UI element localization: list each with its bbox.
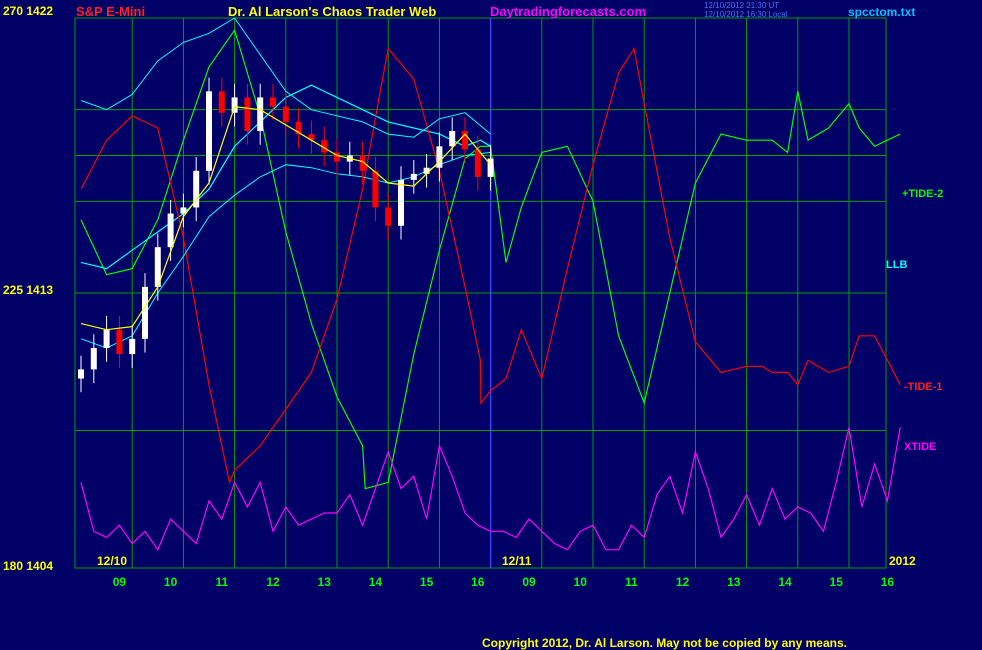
price-bar [244, 97, 251, 132]
x-tick-label: 15 [420, 575, 434, 589]
price-bar [270, 97, 276, 107]
price-bar [436, 146, 443, 168]
x-tick-label: 15 [830, 575, 844, 589]
x-tick-label: 16 [881, 575, 895, 589]
x-tick-label: 16 [471, 575, 485, 589]
y-label-mid: 225 1413 [3, 283, 54, 297]
instrument-label: S&P E-Mini [76, 4, 146, 19]
x-tick-label: 10 [574, 575, 588, 589]
date-label-12-10: 12/10 [97, 554, 128, 568]
x-tick-label: 09 [113, 575, 127, 589]
x-tick-label: 09 [522, 575, 536, 589]
price-bar [474, 149, 481, 177]
price-bar [410, 173, 417, 180]
price-bar [218, 91, 225, 113]
price-bar [282, 106, 289, 122]
x-tick-label: 13 [318, 575, 332, 589]
date-label-year: 2012 [889, 554, 916, 568]
y-label-bottom: 180 1404 [3, 559, 54, 573]
price-bar [90, 348, 97, 370]
price-bar [231, 97, 238, 113]
x-tick-label: 11 [215, 575, 228, 589]
x-tick-label: 12 [676, 575, 690, 589]
price-bar [167, 213, 174, 248]
price-bar [78, 369, 84, 379]
timestamp-local: 12/10/2012 16:30 Local [704, 10, 788, 19]
x-tick-label: 10 [164, 575, 178, 589]
price-bar [398, 179, 404, 226]
price-bar [206, 91, 212, 171]
price-bar [449, 131, 456, 147]
price-bar [257, 97, 264, 132]
x-tick-label: 14 [369, 575, 383, 589]
top-price-label: 270 1422 [3, 4, 54, 18]
price-bar [103, 329, 110, 348]
price-bar [129, 338, 136, 355]
chart-title: Dr. Al Larson's Chaos Trader Web [228, 4, 437, 19]
price-bar [116, 329, 123, 355]
x-tick-label: 13 [727, 575, 741, 589]
legend-tide1: -TIDE-1 [904, 381, 943, 393]
data-filename: spcctom.txt [848, 5, 916, 19]
x-tick-label: 11 [625, 575, 638, 589]
legend-xtide: XTIDE [904, 441, 937, 453]
price-bar [385, 207, 392, 226]
price-bar [423, 167, 430, 174]
chart-stage: 09 10 11 12 13 14 15 16 09 10 11 12 13 14 15 16 [0, 0, 982, 650]
x-tick-label: 14 [778, 575, 792, 589]
x-tick-label: 12 [266, 575, 280, 589]
legend-tide2: +TIDE-2 [902, 188, 944, 200]
timestamp-ut: 12/10/2012 21:30 UT [704, 1, 780, 10]
price-bar [142, 286, 148, 339]
site-name: Daytradingforecasts.com [490, 4, 647, 19]
date-label-12-11: 12/11 [502, 554, 532, 568]
copyright-footer: Copyright 2012, Dr. Al Larson. May not b… [482, 636, 847, 650]
price-bar [180, 207, 187, 214]
legend-llb: LLB [886, 259, 908, 271]
price-bar [372, 170, 379, 208]
